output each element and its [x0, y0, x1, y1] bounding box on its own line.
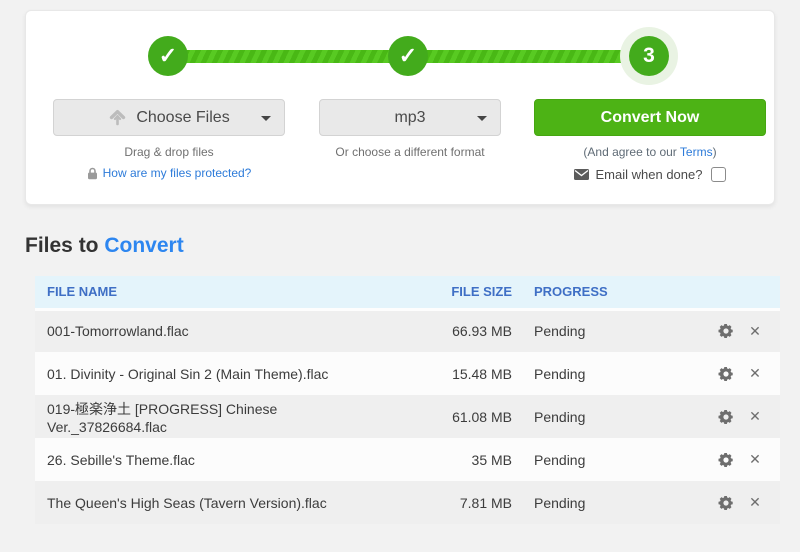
settings-gear-icon[interactable]: [716, 493, 736, 513]
controls-row: Choose Files Drag & drop files How are m…: [53, 99, 766, 182]
table-row: 019-極楽浄土 [PROGRESS] Chinese Ver._3782668…: [35, 395, 780, 438]
files-table: FILE NAME FILE SIZE PROGRESS 001-Tomorro…: [35, 276, 780, 524]
conversion-panel: ✓ ✓ 3 Choose Files Drag & drop files How…: [25, 10, 775, 205]
file-status: Pending: [534, 365, 586, 382]
step-2-complete: ✓: [388, 36, 428, 76]
column-file-size: FILE SIZE: [392, 276, 512, 309]
column-progress: PROGRESS: [512, 276, 682, 309]
remove-file-icon[interactable]: ✕: [745, 450, 765, 470]
email-icon: [573, 169, 589, 180]
file-name: 019-極楽浄土 [PROGRESS] Chinese Ver._3782668…: [47, 400, 278, 435]
file-name: 001-Tomorrowland.flac: [35, 307, 392, 352]
column-file-name: FILE NAME: [35, 276, 392, 309]
table-row: The Queen's High Seas (Tavern Version).f…: [35, 481, 780, 524]
settings-gear-icon[interactable]: [716, 321, 736, 341]
remove-file-icon[interactable]: ✕: [745, 407, 765, 427]
files-table-body: 001-Tomorrowland.flac 66.93 MB Pending ✕ 01.…: [35, 307, 780, 524]
file-status: Pending: [534, 451, 586, 468]
file-size: 35 MB: [471, 451, 512, 468]
format-value: mp3: [394, 108, 426, 126]
choose-files-label: Choose Files: [136, 108, 230, 126]
table-header-row: FILE NAME FILE SIZE PROGRESS: [35, 276, 780, 309]
format-select[interactable]: mp3: [319, 99, 501, 136]
column-actions: [682, 276, 780, 309]
files-protected-link[interactable]: How are my files protected?: [103, 166, 252, 180]
email-when-done-row: Email when done?: [573, 167, 727, 182]
page-title: Files to Convert: [25, 234, 184, 257]
table-row: 001-Tomorrowland.flac 66.93 MB Pending ✕: [35, 307, 780, 352]
step-1-complete: ✓: [148, 36, 188, 76]
step-3-badge: 3: [629, 36, 669, 76]
file-name: The Queen's High Seas (Tavern Version).f…: [47, 494, 327, 511]
check-icon: ✓: [398, 43, 418, 68]
terms-link[interactable]: Terms: [680, 145, 713, 159]
upload-icon: [108, 109, 127, 126]
chevron-down-icon: [261, 116, 271, 121]
row-actions: ✕: [682, 481, 780, 524]
file-status: Pending: [534, 408, 586, 425]
convert-now-button[interactable]: Convert Now: [534, 99, 766, 136]
email-when-done-label: Email when done?: [595, 167, 703, 182]
table-row: 26. Sebille's Theme.flac 35 MB Pending ✕: [35, 438, 780, 481]
file-size: 66.93 MB: [392, 307, 512, 352]
file-size: 7.81 MB: [459, 494, 512, 511]
remove-file-icon[interactable]: ✕: [745, 364, 765, 384]
email-when-done-checkbox[interactable]: [711, 167, 727, 182]
settings-gear-icon[interactable]: [716, 364, 736, 384]
file-name: 26. Sebille's Theme.flac: [47, 451, 195, 468]
row-actions: ✕: [682, 352, 780, 395]
check-icon: ✓: [158, 43, 178, 68]
drag-drop-hint: Drag & drop files: [124, 145, 214, 159]
chevron-down-icon: [477, 116, 487, 121]
settings-gear-icon[interactable]: [716, 450, 736, 470]
terms-note: (And agree to our Terms): [583, 145, 717, 159]
progress-stepper: ✓ ✓ 3: [26, 11, 774, 101]
remove-file-icon[interactable]: ✕: [745, 321, 765, 341]
file-status: Pending: [512, 307, 682, 352]
page-title-highlight: Convert: [104, 234, 184, 257]
table-row: 01. Divinity - Original Sin 2 (Main Them…: [35, 352, 780, 395]
format-hint: Or choose a different format: [335, 145, 485, 159]
remove-file-icon[interactable]: ✕: [745, 493, 765, 513]
file-size: 61.08 MB: [452, 408, 512, 425]
step-number: 3: [643, 44, 655, 67]
lock-icon: [87, 167, 98, 180]
file-name: 01. Divinity - Original Sin 2 (Main Them…: [47, 365, 329, 382]
row-actions: ✕: [682, 395, 780, 438]
settings-gear-icon[interactable]: [716, 407, 736, 427]
choose-files-button[interactable]: Choose Files: [53, 99, 285, 136]
row-actions: ✕: [682, 438, 780, 481]
file-size: 15.48 MB: [452, 365, 512, 382]
row-actions: ✕: [682, 307, 780, 352]
file-status: Pending: [534, 494, 586, 511]
